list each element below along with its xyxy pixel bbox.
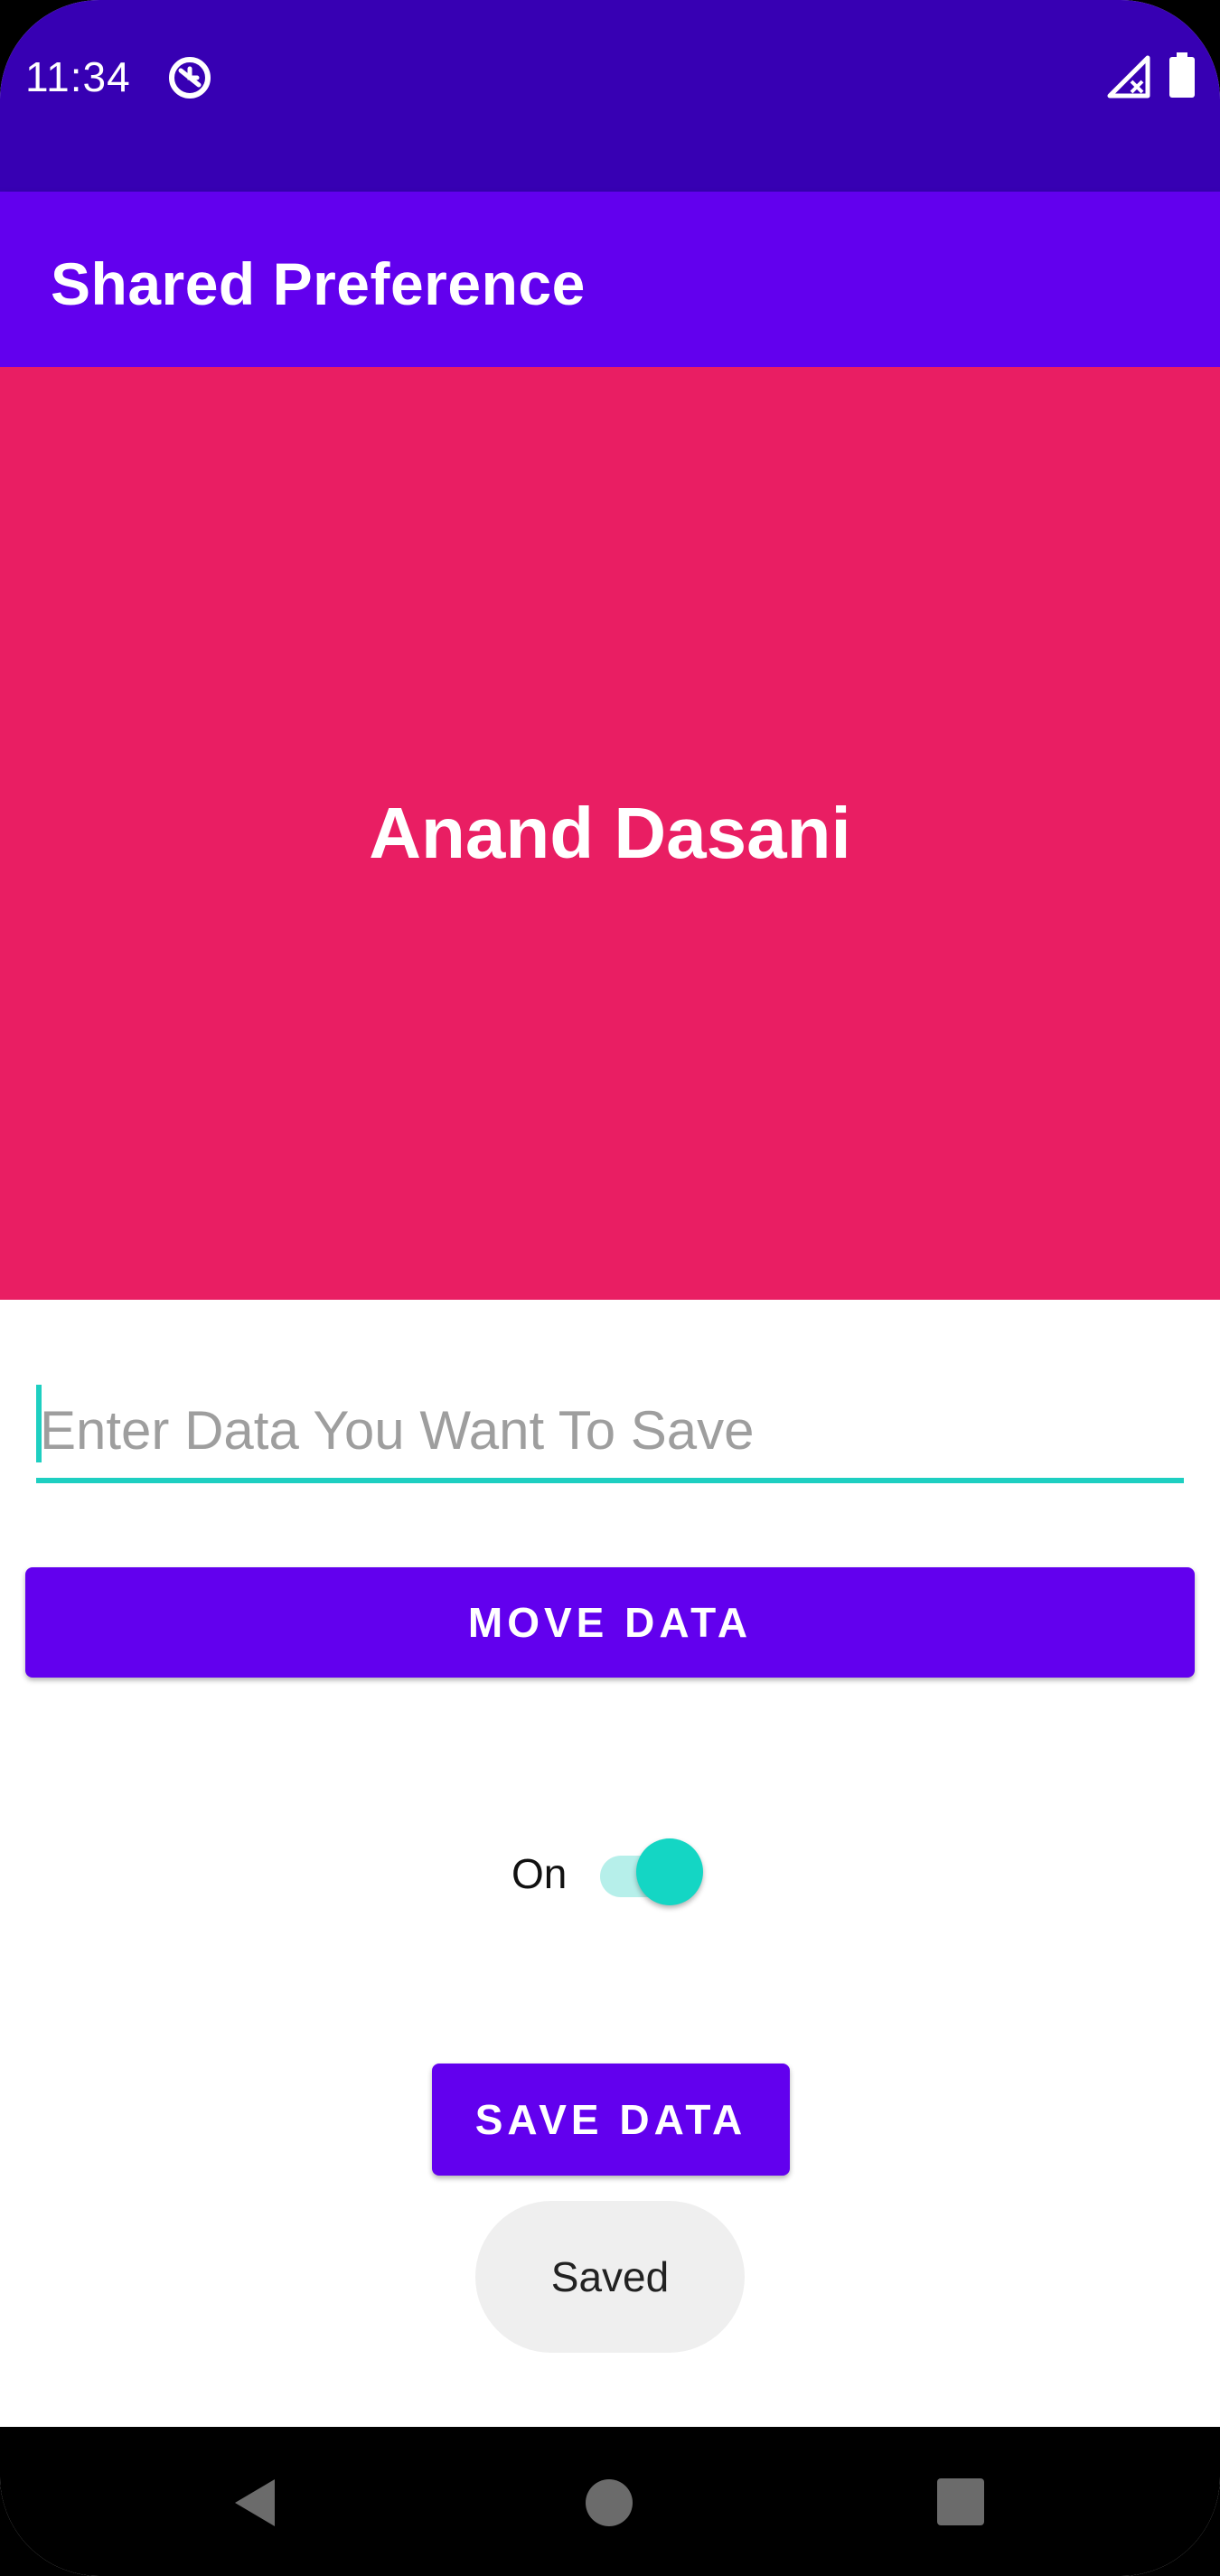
back-icon[interactable] (230, 2476, 278, 2530)
data-input-field[interactable] (36, 1392, 1184, 1468)
toast-message: Saved (475, 2201, 745, 2353)
phone-screen: 11:34 Shared Preference Anand Dasani MOV… (0, 0, 1220, 2576)
status-bar: 11:34 (0, 0, 1220, 192)
signal-no-data-icon (1107, 55, 1150, 99)
move-data-button[interactable]: MOVE DATA (25, 1567, 1195, 1678)
battery-icon (1169, 52, 1195, 98)
switch-label: On (511, 1850, 568, 1897)
name-banner: Anand Dasani (0, 367, 1220, 1300)
status-time: 11:34 (25, 53, 131, 100)
app-title: Shared Preference (51, 250, 586, 317)
navigation-bar (0, 2427, 1220, 2576)
home-icon[interactable] (586, 2479, 633, 2526)
app-bar: Shared Preference (0, 192, 1220, 367)
data-input-container (36, 1374, 1184, 1483)
recents-icon[interactable] (937, 2478, 984, 2525)
on-switch-row[interactable]: On (506, 1835, 723, 1907)
banner-name-text: Anand Dasani (369, 793, 851, 873)
save-data-button[interactable]: SAVE DATA (432, 2064, 790, 2176)
app-notification-icon (169, 57, 211, 99)
switch-thumb[interactable] (636, 1838, 703, 1905)
